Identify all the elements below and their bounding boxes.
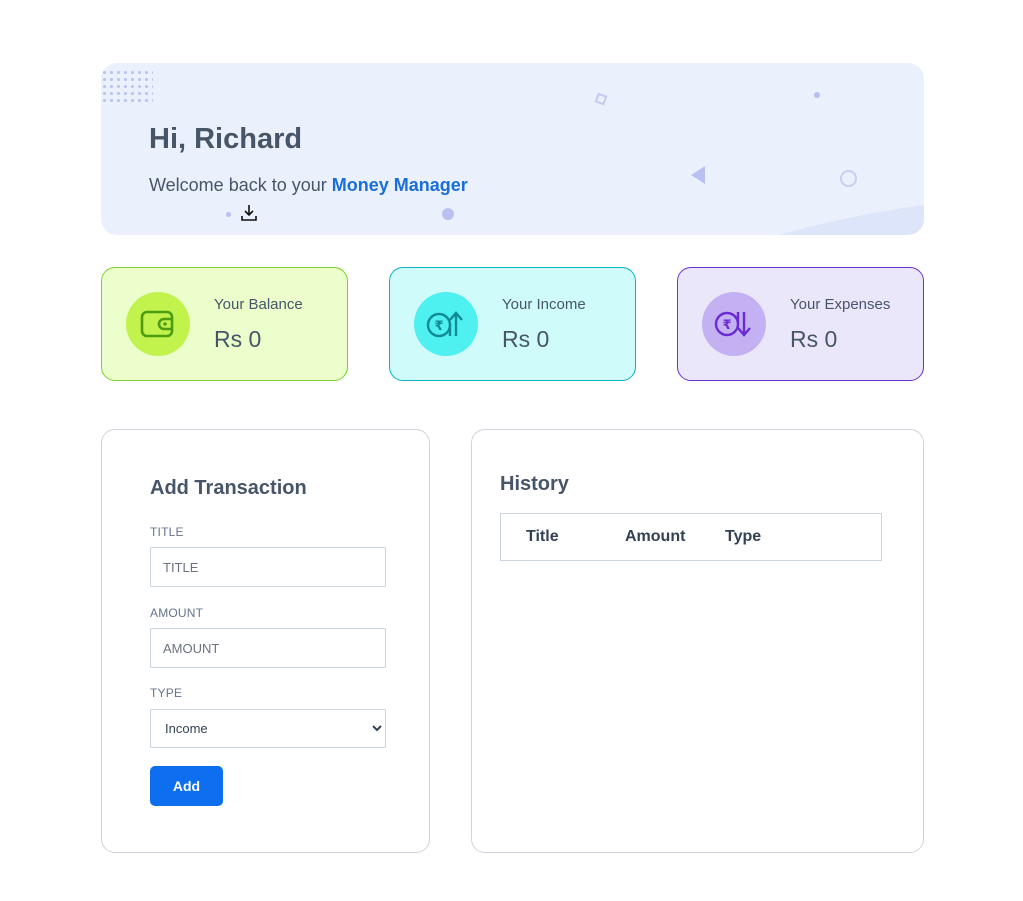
welcome-prefix: Welcome back to your (149, 175, 332, 195)
add-transaction-panel: Add Transaction TITLE AMOUNT TYPE Income… (101, 429, 430, 853)
ring-decoration (840, 170, 857, 187)
expenses-card: ₹ Your Expenses Rs 0 (677, 267, 924, 381)
rupee-expense-icon: ₹ (702, 292, 766, 356)
income-label: Your Income (502, 296, 586, 313)
download-icon[interactable] (239, 203, 259, 223)
balance-value: Rs 0 (214, 326, 262, 352)
type-field-label: TYPE (150, 686, 183, 700)
dot-decoration (226, 212, 231, 217)
rupee-income-icon: ₹ (414, 292, 478, 356)
history-table-header: Title Amount Type (500, 513, 882, 561)
dot-decoration (442, 208, 454, 220)
expenses-value: Rs 0 (790, 326, 838, 352)
wallet-icon (126, 292, 190, 356)
dot-pattern-decoration (101, 69, 153, 105)
column-header-title: Title (526, 528, 559, 545)
expenses-label: Your Expenses (790, 296, 891, 313)
svg-text:₹: ₹ (434, 319, 443, 334)
square-decoration (594, 92, 608, 106)
income-value: Rs 0 (502, 326, 550, 352)
balance-card: Your Balance Rs 0 (101, 267, 348, 381)
welcome-banner: Hi, Richard Welcome back to your Money M… (101, 63, 924, 235)
dot-decoration (814, 92, 820, 98)
column-header-amount: Amount (625, 528, 686, 545)
brand-name: Money Manager (331, 175, 468, 195)
greeting-heading: Hi, Richard (149, 123, 303, 155)
title-field-label: TITLE (150, 525, 184, 539)
form-title: Add Transaction (150, 477, 307, 499)
type-select[interactable]: Income (150, 709, 386, 748)
column-header-type: Type (725, 528, 762, 545)
wave-decoration (779, 205, 924, 235)
balance-label: Your Balance (214, 296, 303, 313)
triangle-decoration (691, 166, 705, 184)
welcome-text: Welcome back to your Money Manager (149, 175, 468, 196)
svg-text:₹: ₹ (722, 318, 731, 333)
income-card: ₹ Your Income Rs 0 (389, 267, 636, 381)
history-panel: History Title Amount Type (471, 429, 924, 853)
title-input[interactable] (150, 547, 386, 587)
history-title: History (500, 473, 569, 495)
money-manager-app: Hi, Richard Welcome back to your Money M… (0, 0, 1023, 901)
amount-field-label: AMOUNT (150, 606, 204, 620)
add-button[interactable]: Add (150, 766, 223, 806)
amount-input[interactable] (150, 628, 386, 668)
